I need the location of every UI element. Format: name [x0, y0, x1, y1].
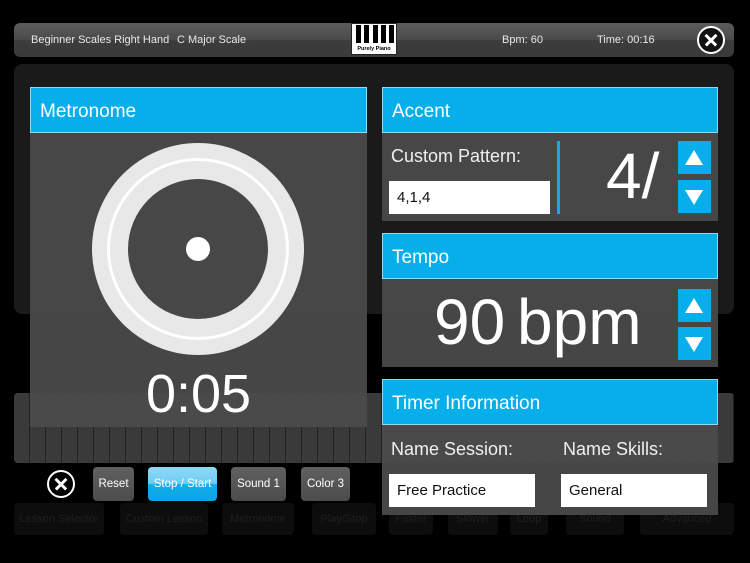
bg-white-key — [718, 393, 734, 463]
bg-lesson-selector-button: Lesson Selector — [14, 503, 104, 535]
session-name-input[interactable] — [389, 474, 535, 507]
bg-custom-lesson-button: Custom Lesson — [120, 503, 208, 535]
bg-play-stop-button: Play/Stop — [312, 503, 376, 535]
close-metronome-icon[interactable] — [47, 470, 75, 498]
custom-pattern-label: Custom Pattern: — [391, 146, 522, 166]
purely-piano-logo: Purely Piano — [351, 23, 397, 55]
stop-start-button[interactable]: Stop / Start — [148, 467, 217, 501]
time-readout: Time: 00:16 — [597, 34, 655, 46]
reset-button[interactable]: Reset — [93, 467, 134, 501]
beats-down-arrow-icon[interactable] — [678, 180, 711, 213]
custom-pattern-input[interactable] — [389, 181, 550, 214]
tempo-unit: bpm — [517, 286, 642, 358]
logo-text: Purely Piano — [357, 46, 391, 52]
metronome-title: Metronome — [30, 87, 367, 133]
metronome-elapsed-time: 0:05 — [145, 364, 252, 424]
lesson-name: Beginner Scales Right Hand — [31, 34, 170, 46]
piano-keys-icon — [356, 25, 394, 43]
scale-name: C Major Scale — [177, 34, 247, 46]
beats-up-arrow-icon[interactable] — [678, 141, 711, 174]
top-bar: Beginner Scales Right Hand C Major Scale… — [14, 23, 734, 57]
beats-value: 4/ — [606, 140, 660, 212]
tempo-panel: Tempo 90 bpm — [382, 233, 718, 367]
accent-divider — [557, 141, 560, 214]
timer-information-panel: Timer Information Name Session: Name Ski… — [382, 379, 718, 515]
tempo-value: 90 — [434, 286, 506, 358]
bpm-readout: Bpm: 60 — [502, 34, 543, 46]
accent-title: Accent — [382, 87, 718, 133]
screen: Lesson Selector Custom Lesson Metronome … — [0, 0, 750, 563]
bg-white-key — [14, 393, 30, 463]
name-session-label: Name Session: — [391, 439, 514, 459]
bg-white-key — [366, 393, 382, 463]
metronome-dial[interactable] — [92, 143, 304, 355]
accent-panel: Accent Custom Pattern: 4/ — [382, 87, 718, 221]
tempo-down-arrow-icon[interactable] — [678, 327, 711, 360]
tempo-up-arrow-icon[interactable] — [678, 289, 711, 322]
color-button[interactable]: Color 3 — [301, 467, 350, 501]
metronome-panel: Metronome 0:05 — [30, 87, 367, 427]
beat-indicator-dot — [186, 237, 210, 261]
bg-metronome-button: Metronome — [222, 503, 294, 535]
name-skills-label: Name Skills: — [563, 439, 664, 459]
timer-information-title: Timer Information — [382, 379, 718, 425]
skills-name-input[interactable] — [561, 474, 707, 507]
tempo-title: Tempo — [382, 233, 718, 279]
close-icon[interactable] — [697, 26, 725, 54]
sound-button[interactable]: Sound 1 — [231, 467, 286, 501]
